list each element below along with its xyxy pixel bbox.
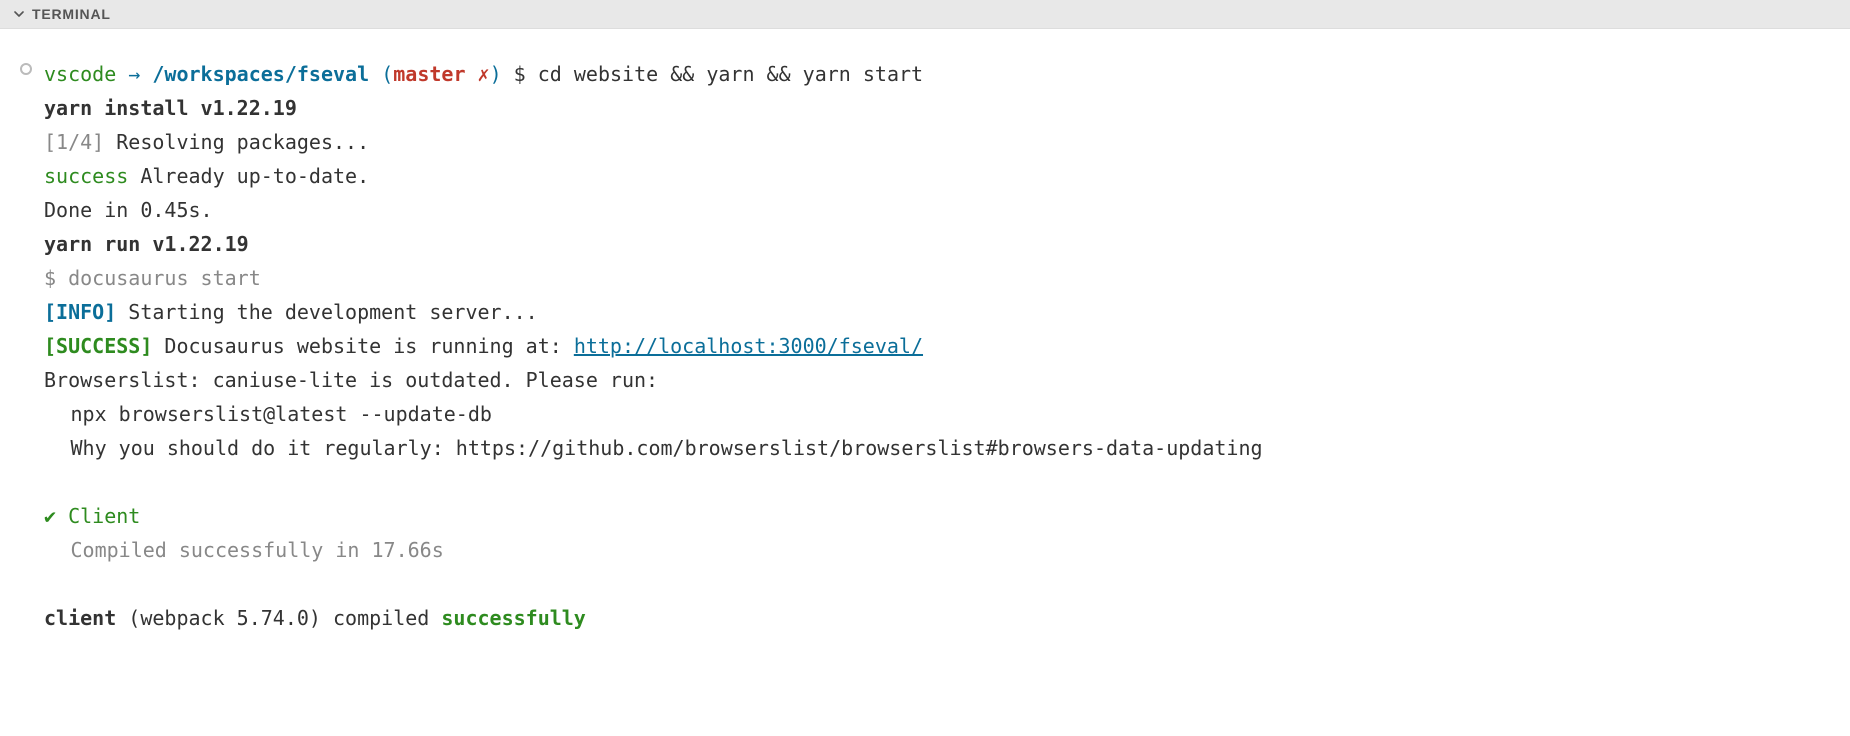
command-text: cd website && yarn && yarn start <box>538 62 923 86</box>
success-line: [SUCCESS] Docusaurus website is running … <box>44 329 1828 363</box>
blank-line-1 <box>44 465 1828 499</box>
gutter-circle-icon <box>20 63 32 75</box>
resolving-line: [1/4] Resolving packages... <box>44 125 1828 159</box>
npx-line: npx browserslist@latest --update-db <box>44 397 1828 431</box>
info-text: Starting the development server... <box>116 300 537 324</box>
why-line: Why you should do it regularly: https://… <box>44 431 1828 465</box>
prompt-line: vscode → /workspaces/fseval (master ✗) $… <box>44 57 1828 91</box>
prompt-paren-close: ) <box>490 62 502 86</box>
step-indicator: [1/4] <box>44 130 104 154</box>
success-text: Docusaurus website is running at: <box>152 334 573 358</box>
docusaurus-line: $ docusaurus start <box>44 261 1828 295</box>
prompt-user: vscode <box>44 62 116 86</box>
resolving-text: Resolving packages... <box>104 130 369 154</box>
check-icon: ✔ <box>44 504 56 528</box>
yarn-run-line: yarn run v1.22.19 <box>44 227 1828 261</box>
prompt-arrow: → <box>128 62 140 86</box>
prompt-path: /workspaces/fseval <box>152 62 369 86</box>
terminal-output[interactable]: vscode → /workspaces/fseval (master ✗) $… <box>0 29 1850 655</box>
uptodate-line: success Already up-to-date. <box>44 159 1828 193</box>
webpack-line: client (webpack 5.74.0) compiled success… <box>44 601 1828 635</box>
info-tag: [INFO] <box>44 300 116 324</box>
chevron-down-icon <box>14 9 24 19</box>
prompt-paren-open: ( <box>381 62 393 86</box>
client-bold: client <box>44 606 116 630</box>
done-line: Done in 0.45s. <box>44 193 1828 227</box>
info-line: [INFO] Starting the development server..… <box>44 295 1828 329</box>
client-label: Client <box>56 504 140 528</box>
terminal-panel-header[interactable]: TERMINAL <box>0 0 1850 29</box>
success-tag: [SUCCESS] <box>44 334 152 358</box>
yarn-install-line: yarn install v1.22.19 <box>44 91 1828 125</box>
webpack-text: (webpack 5.74.0) compiled <box>116 606 441 630</box>
browserslist-line: Browserslist: caniuse-lite is outdated. … <box>44 363 1828 397</box>
prompt-dirty: ✗ <box>478 62 490 86</box>
client-check-line: ✔ Client <box>44 499 1828 533</box>
successfully-text: successfully <box>441 606 586 630</box>
success-word: success <box>44 164 128 188</box>
blank-line-2 <box>44 567 1828 601</box>
compiled-in-line: Compiled successfully in 17.66s <box>44 533 1828 567</box>
prompt-symbol: $ <box>514 62 526 86</box>
localhost-url[interactable]: http://localhost:3000/fseval/ <box>574 334 923 358</box>
uptodate-text: Already up-to-date. <box>128 164 369 188</box>
prompt-branch: master <box>393 62 465 86</box>
terminal-panel-title: TERMINAL <box>32 6 111 22</box>
